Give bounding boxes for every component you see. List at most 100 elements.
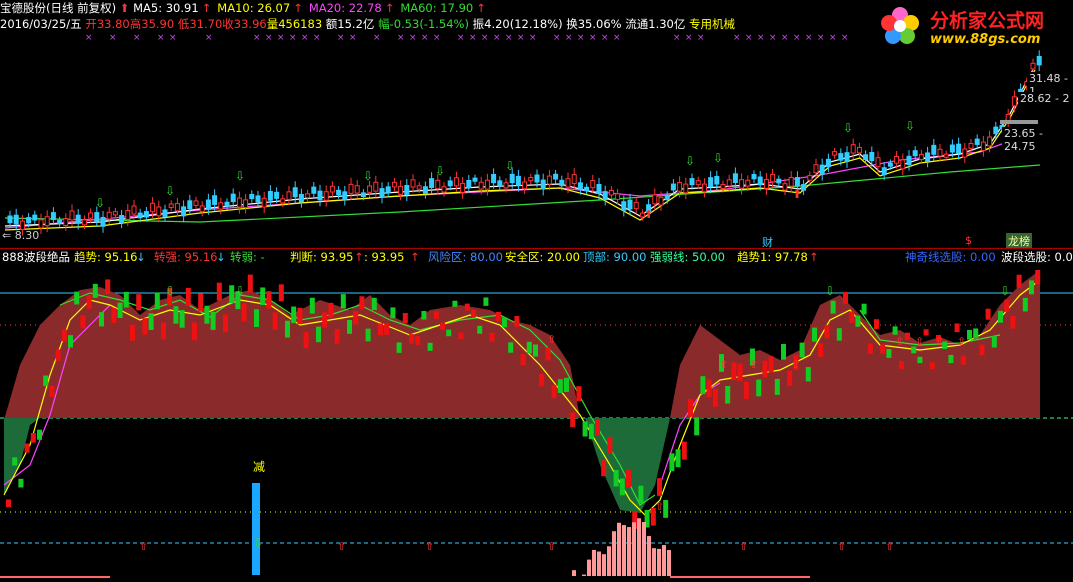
indicator-bar [886, 349, 891, 358]
candle [318, 191, 322, 200]
indicator-bar [446, 330, 451, 337]
signal-mark: × [589, 33, 597, 43]
down-signal-icon: ⇩ [165, 284, 175, 298]
candle [622, 202, 626, 210]
signal-mark: × [109, 33, 117, 43]
low-price-label: ⇐ 8.30 [2, 229, 39, 242]
signal-mark: × [841, 33, 849, 43]
candle [349, 184, 353, 193]
price-chart[interactable]: ××××××××××××××××××××××××××××××××××××××××… [0, 0, 1073, 248]
candle [727, 180, 731, 186]
candle [678, 183, 682, 192]
candle [151, 203, 155, 211]
indicator-bar [1029, 280, 1034, 294]
signal-mark: × [205, 33, 213, 43]
candle [994, 127, 998, 134]
candle [8, 216, 12, 223]
indicator-bar [483, 297, 488, 305]
indicator-bar [155, 292, 160, 309]
candle [510, 174, 514, 182]
indicator-bar [657, 478, 662, 496]
candle [907, 156, 911, 164]
candle [70, 211, 74, 220]
volume-bar [667, 550, 671, 576]
indicator-bar [682, 442, 687, 460]
candle [64, 219, 68, 226]
indicator-bar [676, 449, 681, 467]
candle [833, 152, 837, 155]
indicator-bar [930, 362, 935, 369]
candle [101, 217, 105, 226]
indicator-bar [496, 312, 501, 321]
candle [256, 196, 260, 202]
indicator-bar [186, 288, 191, 306]
signal-mark: × [397, 33, 405, 43]
candle [188, 201, 192, 209]
indicator-bar [415, 336, 420, 345]
legend-strength: 强弱线: 50.00 [650, 249, 725, 265]
signal-mark: × [517, 33, 525, 43]
candle [262, 198, 266, 207]
down-arrow-icon: ↓ [136, 249, 146, 265]
dollar-marker[interactable]: $ [965, 234, 972, 247]
sell-arrow-icon: ⇩ [235, 169, 245, 183]
candle [702, 184, 706, 192]
indicator-bar [242, 304, 247, 322]
candle [281, 199, 285, 203]
candle [405, 186, 409, 195]
volume-bar [622, 525, 626, 576]
indicator-chart[interactable]: ⇧ ⇧ ⇧ ⇧ ⇧ ⇧ ⇧ ⇧ ⇧ ⇧ ⇧ ⇧ ⇧ ⇧ ⇧ ⇧ ⇩ ⇩ ⇩ ⇩ ⇩ [0, 265, 1073, 582]
longhu-marker[interactable]: 龙榜 [1006, 233, 1032, 249]
candle [430, 179, 434, 188]
candle [851, 145, 855, 153]
candle [368, 186, 372, 192]
indicator-bar [366, 329, 371, 342]
indicator-bar [874, 319, 879, 329]
candle [969, 143, 973, 148]
indicator-bar [223, 314, 228, 332]
candle [231, 194, 235, 201]
indicator-bar [514, 316, 519, 327]
indicator-bar [421, 311, 426, 320]
candle [330, 186, 334, 192]
sell-arrow-icon: ⇩ [95, 196, 105, 210]
candle [95, 213, 99, 221]
indicator-bar [260, 287, 265, 305]
low-price-value: 8.30 [15, 229, 40, 242]
indicator-bar [744, 382, 749, 399]
signal-mark: × [265, 33, 273, 43]
indicator-bar [328, 303, 333, 318]
candle [89, 213, 93, 218]
legend-band: 波段选股: 0.0 [1001, 249, 1073, 265]
candle [182, 207, 186, 216]
signal-mark: × [601, 33, 609, 43]
signal-mark: × [769, 33, 777, 43]
indicator-bar [310, 298, 315, 314]
candle [634, 202, 638, 208]
signal-mark: × [697, 33, 705, 43]
candle [888, 163, 892, 166]
candle [653, 195, 657, 204]
candle [448, 181, 452, 186]
indicator-bar [452, 301, 457, 307]
candle [609, 190, 613, 194]
signal-mark: × [157, 33, 165, 43]
indicator-bar [893, 326, 898, 334]
candle [659, 197, 663, 205]
indicator-bar [285, 321, 290, 338]
candle [1037, 56, 1041, 64]
chart-window: 宝德股份(日线 前复权) ⬆ MA5: 30.91 ↑ MA10: 26.07 ↑ MA… [0, 0, 1073, 582]
candle [479, 182, 483, 189]
indicator-bar [229, 285, 234, 303]
indicator-bar [316, 327, 321, 343]
indicator-bar [862, 304, 867, 315]
indicator-bar [800, 343, 805, 358]
strength-curve [860, 310, 1000, 345]
indicator-bar [434, 311, 439, 319]
candle [926, 153, 930, 161]
indicator-bar [843, 292, 848, 304]
indicator-bar [149, 313, 154, 330]
indicator-bar [638, 486, 643, 503]
candle [225, 202, 229, 206]
candle [752, 175, 756, 179]
